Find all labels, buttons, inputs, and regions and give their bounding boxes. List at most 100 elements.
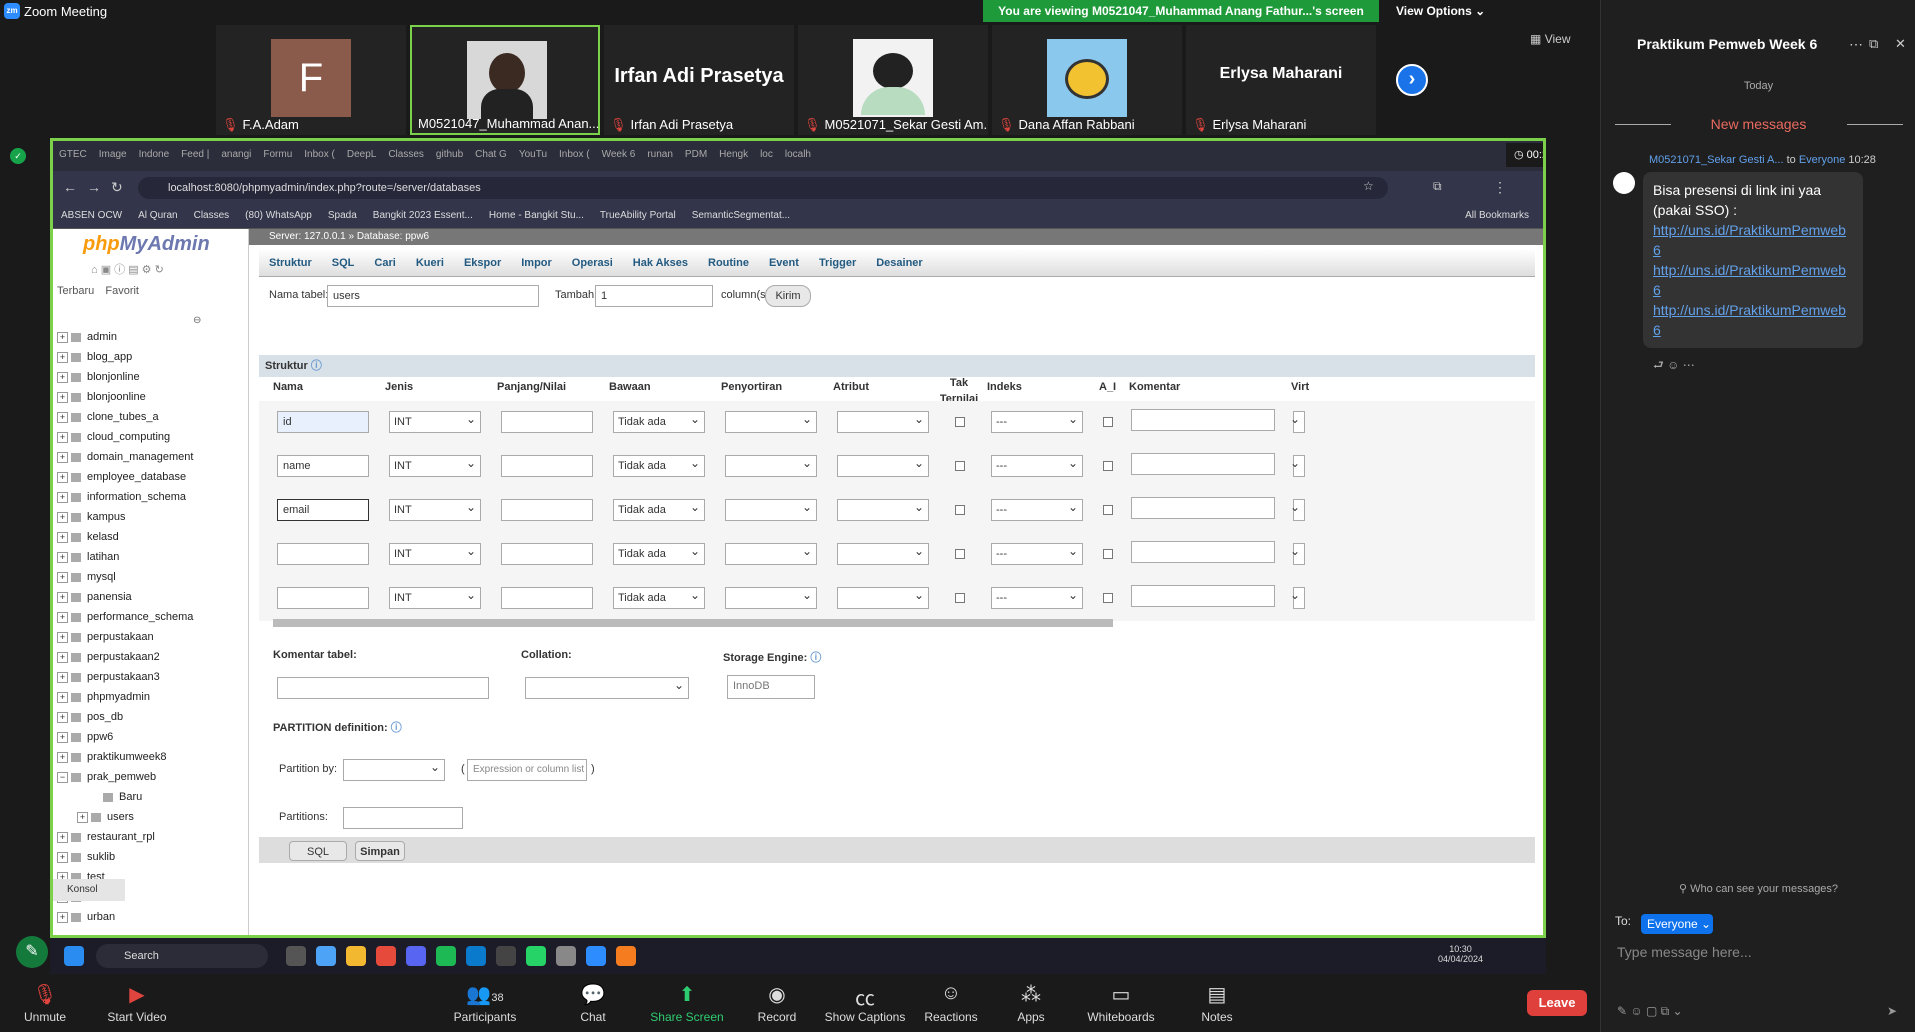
database-name[interactable]: perpustakaan3 — [87, 671, 160, 683]
database-item[interactable]: + praktikumweek8 — [57, 747, 243, 767]
recipient-dropdown[interactable]: Everyone ⌄ — [1641, 914, 1713, 934]
column-null-checkbox[interactable] — [955, 505, 965, 515]
column-ai-checkbox[interactable] — [1103, 549, 1113, 559]
column-default-select[interactable]: Tidak ada — [613, 585, 705, 609]
terminal-icon[interactable] — [496, 946, 516, 966]
expand-icon[interactable]: + — [57, 371, 68, 383]
participant-tile[interactable]: 🎙 Dana Affan Rabbani — [992, 25, 1182, 135]
table-name-input[interactable]: users — [327, 285, 539, 307]
bookmark-item[interactable]: TrueAbility Portal — [592, 205, 684, 221]
database-name[interactable]: mysql — [87, 571, 116, 583]
browser-tab[interactable]: loc — [754, 141, 779, 160]
column-name-input[interactable] — [277, 587, 369, 609]
column-index-select[interactable]: --- — [991, 409, 1083, 433]
database-item[interactable]: + clone_tubes_a — [57, 407, 243, 427]
apps-button[interactable]: ⁂ Apps — [986, 982, 1076, 1024]
table-comment-input[interactable] — [277, 677, 489, 699]
database-name[interactable]: panensia — [87, 591, 132, 603]
next-page-arrow-icon[interactable]: › — [1396, 64, 1428, 96]
database-item[interactable]: + domain_management — [57, 447, 243, 467]
expand-icon[interactable]: + — [57, 511, 68, 523]
show-captions-button[interactable]: ㏄ Show Captions — [820, 982, 910, 1024]
chrome-icon[interactable] — [376, 946, 396, 966]
database-name[interactable]: ppw6 — [87, 731, 113, 743]
column-collation-select[interactable] — [725, 453, 817, 477]
menu-tab[interactable]: Trigger — [809, 249, 866, 277]
browser-tab[interactable]: DeepL — [341, 141, 382, 160]
participant-tile-active[interactable]: M0521047_Muhammad Anan... — [410, 25, 600, 135]
expand-icon[interactable]: + — [57, 731, 68, 743]
database-name[interactable]: Baru — [119, 791, 142, 803]
menu-tab[interactable]: SQL — [322, 249, 365, 277]
expand-icon[interactable]: + — [57, 411, 68, 423]
column-attribute-select[interactable] — [837, 541, 929, 565]
database-item[interactable]: + kelasd — [57, 527, 243, 547]
edge-icon[interactable] — [316, 946, 336, 966]
who-can-see-link[interactable]: ⚲ Who can see your messages? — [1601, 882, 1915, 895]
settings-icon[interactable] — [556, 946, 576, 966]
database-name[interactable]: perpustakaan — [87, 631, 154, 643]
star-icon[interactable]: ☆ — [1363, 179, 1374, 193]
browser-tab[interactable]: Classes — [382, 141, 430, 160]
expand-icon[interactable]: + — [57, 831, 68, 843]
add-columns-input[interactable]: 1 — [595, 285, 713, 307]
expand-icon[interactable]: + — [57, 551, 68, 563]
help-icon[interactable]: ⓘ — [391, 722, 402, 734]
expand-icon[interactable]: + — [57, 451, 68, 463]
forward-icon[interactable]: → — [87, 179, 101, 195]
column-type-select[interactable]: INT — [389, 541, 481, 565]
column-null-checkbox[interactable] — [955, 593, 965, 603]
expand-icon[interactable]: + — [77, 811, 88, 823]
horizontal-scrollbar[interactable] — [273, 619, 1113, 627]
database-name[interactable]: phpmyadmin — [87, 691, 150, 703]
participant-tile[interactable]: 🎙 M0521071_Sekar Gesti Am... — [798, 25, 988, 135]
collation-select[interactable] — [525, 675, 689, 699]
expand-icon[interactable]: + — [57, 331, 68, 343]
record-button[interactable]: ◉ Record — [732, 982, 822, 1024]
database-item[interactable]: + phpmyadmin — [57, 687, 243, 707]
column-name-input[interactable]: name — [277, 455, 369, 477]
expand-icon[interactable]: + — [57, 611, 68, 623]
column-collation-select[interactable] — [725, 585, 817, 609]
column-ai-checkbox[interactable] — [1103, 505, 1113, 515]
column-null-checkbox[interactable] — [955, 549, 965, 559]
browser-tab[interactable]: Image — [93, 141, 133, 160]
database-item[interactable]: + employee_database — [57, 467, 243, 487]
column-comment-textarea[interactable] — [1131, 453, 1275, 475]
whatsapp-icon[interactable] — [526, 946, 546, 966]
popout-icon[interactable]: ⧉ — [1869, 36, 1878, 52]
expand-icon[interactable]: + — [57, 851, 68, 863]
database-item[interactable]: + cloud_computing — [57, 427, 243, 447]
view-button[interactable]: ▦ View — [1530, 32, 1570, 46]
tab-favorites[interactable]: Favorit — [105, 285, 139, 297]
column-ai-checkbox[interactable] — [1103, 417, 1113, 427]
column-default-select[interactable]: Tidak ada — [613, 541, 705, 565]
bookmark-item[interactable]: (80) WhatsApp — [237, 205, 320, 221]
column-null-checkbox[interactable] — [955, 461, 965, 471]
database-name[interactable]: kelasd — [87, 531, 119, 543]
browser-tab[interactable]: runan — [641, 141, 679, 160]
column-name-input[interactable]: id — [277, 411, 369, 433]
database-item[interactable]: + suklib — [57, 847, 243, 867]
column-attribute-select[interactable] — [837, 453, 929, 477]
column-comment-textarea[interactable] — [1131, 541, 1275, 563]
menu-tab[interactable]: Event — [759, 249, 809, 277]
expand-icon[interactable]: + — [57, 671, 68, 683]
menu-tab[interactable]: Routine — [698, 249, 759, 277]
database-item[interactable]: + users — [57, 807, 243, 827]
expand-icon[interactable]: + — [57, 431, 68, 443]
column-name-input[interactable]: email — [277, 499, 369, 521]
expand-icon[interactable]: + — [57, 471, 68, 483]
column-index-select[interactable]: --- — [991, 497, 1083, 521]
column-virtuality-select[interactable] — [1290, 541, 1305, 565]
browser-tab[interactable]: Formu — [257, 141, 298, 160]
column-type-select[interactable]: INT — [389, 585, 481, 609]
send-icon[interactable]: ➤ — [1887, 1004, 1897, 1018]
database-name[interactable]: prak_pemweb — [87, 771, 156, 783]
bookmark-item[interactable]: Classes — [186, 205, 238, 221]
help-icon[interactable]: ⓘ — [311, 360, 322, 372]
menu-tab[interactable]: Ekspor — [454, 249, 511, 277]
menu-tab[interactable]: Desainer — [866, 249, 932, 277]
participant-tile[interactable]: Irfan Adi Prasetya 🎙 Irfan Adi Prasetya — [604, 25, 794, 135]
column-collation-select[interactable] — [725, 497, 817, 521]
